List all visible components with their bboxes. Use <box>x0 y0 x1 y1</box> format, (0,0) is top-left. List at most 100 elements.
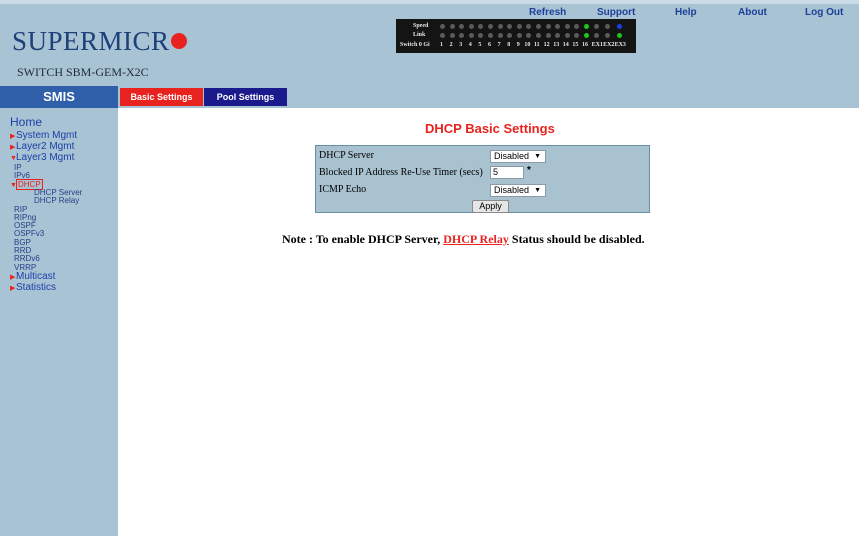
logo-text: SUPERMICR <box>12 26 170 56</box>
sidebar-item-system-mgmt[interactable]: ▶System Mgmt <box>10 130 77 141</box>
speed-led <box>488 24 493 29</box>
switch-row-label: Switch 0 Gi <box>400 42 430 48</box>
sidebar-item-dhcp-relay[interactable]: DHCP Relay <box>34 196 79 205</box>
port-number: 2 <box>449 42 453 48</box>
link-led <box>526 33 532 38</box>
speed-led <box>584 24 589 29</box>
port-status-panel: Speed Link Switch 0 Gi 1 2 3 4 5 6 7 8 9 10 11 12 13… <box>396 19 636 53</box>
link-led <box>488 33 493 38</box>
link-led <box>468 33 474 38</box>
port-number: 16 <box>582 42 588 48</box>
dhcp-settings-form: DHCP Server Disabled ▼ Blocked IP Addres… <box>315 145 650 213</box>
link-led <box>616 33 622 38</box>
port-number: 15 <box>572 42 579 48</box>
smis-label: SMIS <box>0 86 118 108</box>
sidebar-item-layer3-mgmt[interactable]: ▼Layer3 Mgmt <box>10 152 74 163</box>
port-number: EX2 <box>603 42 615 48</box>
supermicro-logo: SUPERMICR <box>12 26 187 57</box>
port-number: 10 <box>524 42 531 48</box>
logo-dot-icon <box>170 33 187 49</box>
header-top-stripe <box>0 0 859 4</box>
icmp-echo-value: Disabled <box>494 185 530 195</box>
sidebar-nav: Home ▶System Mgmt ▶Layer2 Mgmt ▼Layer3 Mgm… <box>0 108 118 536</box>
sidebar-item-label: Statistics <box>16 281 57 293</box>
sidebar-item-layer2-mgmt[interactable]: ▶Layer2 Mgmt <box>10 141 74 152</box>
sidebar-item-label: Layer3 Mgmt <box>16 152 75 163</box>
apply-button[interactable]: Apply <box>472 200 509 213</box>
port-number: 7 <box>497 42 501 48</box>
sidebar-item-label: Multicast <box>16 270 56 282</box>
link-led <box>497 33 503 38</box>
sidebar-item-statistics[interactable]: ▶Statistics <box>10 282 56 293</box>
port-number: 3 <box>459 42 463 48</box>
port-number: 9 <box>516 42 520 48</box>
link-led <box>449 33 455 38</box>
speed-led <box>593 24 599 29</box>
speed-led <box>616 24 622 29</box>
link-led <box>584 33 589 38</box>
sidebar-item-label: Layer2 Mgmt <box>16 141 75 152</box>
switch-model-name: SWITCH SBM-GEM-X2C <box>17 65 149 79</box>
link-led <box>478 33 484 38</box>
note-text: Note : To enable DHCP Server, DHCP Relay… <box>282 232 645 247</box>
speed-led <box>564 24 570 29</box>
speed-led <box>507 24 513 29</box>
sidebar-home-link[interactable]: Home <box>10 115 42 129</box>
page-title: DHCP Basic Settings <box>425 121 555 136</box>
icmp-echo-select[interactable]: Disabled ▼ <box>490 184 546 197</box>
port-number: 12 <box>543 42 550 48</box>
speed-row-label: Speed <box>413 23 429 29</box>
link-led <box>440 33 445 38</box>
about-link[interactable]: About <box>738 7 767 18</box>
sidebar-item-label: DHCP Relay <box>34 196 80 206</box>
link-led <box>516 33 522 38</box>
tab-basic-settings[interactable]: Basic Settings <box>120 88 203 106</box>
sidebar-item-label: System Mgmt <box>16 130 78 141</box>
speed-led <box>516 24 522 29</box>
icmp-echo-label: ICMP Echo <box>319 184 367 195</box>
logout-link[interactable]: Log Out <box>805 7 843 18</box>
link-led <box>564 33 570 38</box>
link-led <box>536 33 541 38</box>
speed-led <box>545 24 551 29</box>
port-number: 14 <box>562 42 569 48</box>
chevron-down-icon: ▼ <box>534 153 541 160</box>
speed-led <box>468 24 474 29</box>
port-number: 1 <box>440 42 443 48</box>
dhcp-server-label: DHCP Server <box>319 150 374 161</box>
link-led <box>593 33 599 38</box>
required-asterisk: * <box>527 165 531 176</box>
refresh-link[interactable]: Refresh <box>529 7 566 18</box>
timer-label: Blocked IP Address Re-Use Timer (secs) <box>319 167 483 178</box>
speed-led <box>526 24 532 29</box>
speed-led <box>555 24 561 29</box>
port-number: 11 <box>534 42 540 48</box>
speed-led <box>440 24 445 29</box>
port-number: EX1 <box>591 42 603 48</box>
reuse-timer-input[interactable]: 5 <box>490 166 524 179</box>
help-link[interactable]: Help <box>675 7 697 18</box>
link-led <box>574 33 580 38</box>
link-led <box>605 33 611 38</box>
speed-led <box>449 24 455 29</box>
dhcp-server-select[interactable]: Disabled ▼ <box>490 150 546 163</box>
chevron-down-icon: ▼ <box>534 187 541 194</box>
link-row-label: Link <box>413 32 426 38</box>
speed-led <box>536 24 541 29</box>
sidebar-item-multicast[interactable]: ▶Multicast <box>10 271 55 282</box>
dhcp-relay-link[interactable]: DHCP Relay <box>443 232 509 246</box>
speed-led <box>574 24 580 29</box>
port-number: EX3 <box>614 42 626 48</box>
link-led <box>545 33 551 38</box>
port-number: 4 <box>468 42 472 48</box>
link-led <box>507 33 513 38</box>
speed-led <box>459 24 465 29</box>
note-suffix: Status should be disabled. <box>511 232 645 246</box>
dhcp-server-value: Disabled <box>494 151 530 161</box>
support-link[interactable]: Support <box>597 7 635 18</box>
speed-led <box>478 24 484 29</box>
port-number: 5 <box>478 42 482 48</box>
port-number: 8 <box>507 42 511 48</box>
header-bar: SUPERMICR SWITCH SBM-GEM-X2C Refresh Sup… <box>0 0 859 86</box>
tab-pool-settings[interactable]: Pool Settings <box>204 88 287 106</box>
